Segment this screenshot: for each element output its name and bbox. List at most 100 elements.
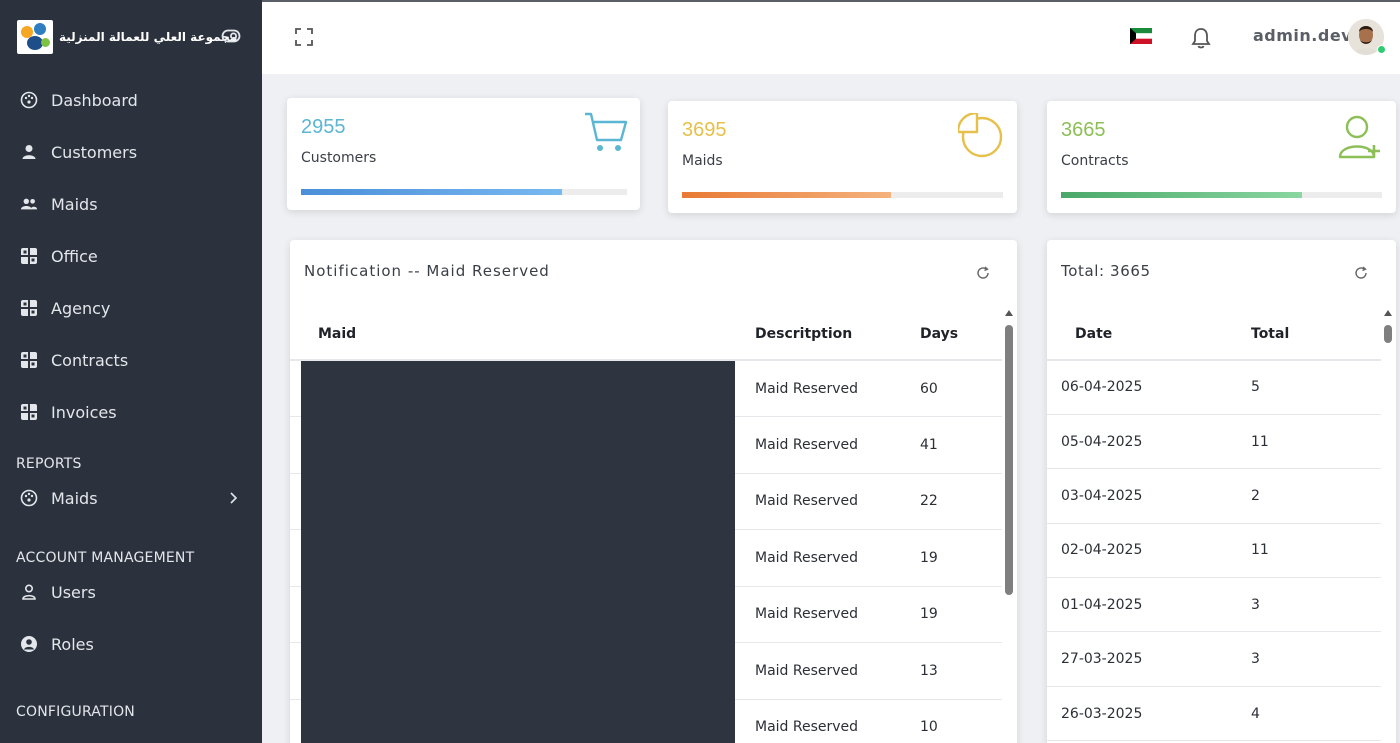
stat-value: 2955 [301,116,346,138]
total-cell: 2 [1251,487,1260,504]
table-row[interactable]: 02-04-2025 11 [1047,523,1381,578]
total-cell: 11 [1251,542,1269,559]
sidebar-item-label: Invoices [51,402,117,422]
description-cell: Maid Reserved [755,606,859,623]
table-row[interactable]: 05-04-2025 11 [1047,414,1381,469]
stat-label: Maids [682,153,723,169]
table-row[interactable]: 01-04-2025 3 [1047,578,1381,632]
sidebar-item-users[interactable]: Users [0,566,262,618]
total-cell: 3 [1251,651,1260,668]
brand[interactable]: مجموعة العلي للعمالة المنزلية [0,0,262,74]
sidebar-item-office[interactable]: Office [0,230,262,282]
description-cell: Maid Reserved [755,662,859,679]
sidebar-item-label: Maids [51,194,98,214]
dashboard-icon [20,489,38,507]
scroll-up-arrow[interactable] [1005,310,1013,316]
total-cell: 3 [1251,596,1260,613]
days-cell: 19 [920,606,938,623]
refresh-icon[interactable] [976,266,990,280]
scroll-thumb[interactable] [1005,325,1013,595]
sidebar-item-dashboard[interactable]: Dashboard [0,74,262,126]
panel-title: Total: 3665 [1061,262,1151,280]
user-circle-icon [20,635,38,653]
scroll-thumb[interactable] [1384,325,1392,343]
user-icon [20,143,38,161]
stat-label: Customers [301,150,377,166]
grid-icon [20,351,38,369]
days-cell: 10 [920,719,938,736]
total-cell: 11 [1251,433,1269,450]
table-row[interactable]: 03-04-2025 2 [1047,469,1381,524]
redacted-maid-column [301,361,735,743]
totals-table: Date Total 06-04-2025 5 05-04-2025 11 03-0… [1047,308,1381,741]
date-cell: 06-04-2025 [1061,379,1143,396]
stat-value: 3695 [682,119,727,141]
refresh-icon[interactable] [1354,266,1368,280]
sidebar-toggle-icon[interactable] [221,27,241,45]
grid-icon [20,247,38,265]
progress-bar [301,189,627,195]
chevron-right-icon [230,492,238,504]
sidebar-item-label: Roles [51,634,94,654]
stat-card-customers[interactable]: 2955 Customers [287,98,640,210]
pie-chart-icon [958,113,1003,158]
days-cell: 19 [920,549,938,566]
sidebar-item-label: Users [51,582,96,602]
add-user-icon [1338,115,1380,159]
days-cell: 60 [920,380,938,397]
table-row[interactable]: 26-03-2025 4 [1047,686,1381,741]
progress-bar [682,192,1003,198]
description-cell: Maid Reserved [755,380,859,397]
total-cell: 4 [1251,705,1260,722]
dashboard-icon [20,91,38,109]
progress-fill [682,192,891,198]
table-row[interactable]: 06-04-2025 5 [1047,360,1381,415]
scroll-up-arrow[interactable] [1384,310,1392,316]
brand-name: مجموعة العلي للعمالة المنزلية [59,30,238,44]
description-cell: Maid Reserved [755,719,859,736]
description-cell: Maid Reserved [755,493,859,510]
sidebar-item-maids[interactable]: Maids [0,178,262,230]
section-configuration: CONFIGURATION [16,704,135,720]
days-cell: 41 [920,436,938,453]
table-row[interactable]: 27-03-2025 3 [1047,632,1381,687]
users-icon [20,195,38,213]
fullscreen-icon[interactable] [294,27,314,47]
column-header-days[interactable]: Days [920,308,1002,360]
sidebar-item-label: Dashboard [51,90,138,110]
cart-icon [585,112,628,151]
totals-panel: Total: 3665 Date Total 06-04-2025 5 05-04… [1047,240,1396,743]
total-cell: 5 [1251,379,1260,396]
date-cell: 05-04-2025 [1061,433,1143,450]
sidebar-item-label: Agency [51,298,111,318]
column-header-total[interactable]: Total [1251,308,1381,360]
column-header-maid[interactable]: Maid [290,308,755,360]
sidebar-item-label: Contracts [51,350,129,370]
sidebar-item-reports-maids[interactable]: Maids [0,472,262,524]
sidebar-item-invoices[interactable]: Invoices [0,386,262,438]
online-status-dot [1377,45,1386,54]
date-cell: 03-04-2025 [1061,487,1143,504]
sidebar-item-customers[interactable]: Customers [0,126,262,178]
kuwait-flag-icon[interactable] [1130,28,1152,44]
date-cell: 02-04-2025 [1061,542,1143,559]
progress-fill [301,189,562,195]
sidebar-item-roles[interactable]: Roles [0,618,262,670]
bell-icon[interactable] [1190,26,1212,50]
panel-title: Notification -- Maid Reserved [304,262,550,280]
grid-icon [20,299,38,317]
column-header-description[interactable]: Descritption [755,308,920,360]
scrollbar[interactable] [1383,310,1393,743]
section-account-management: ACCOUNT MANAGEMENT [16,550,195,566]
stat-card-contracts[interactable]: 3665 Contracts [1047,101,1396,213]
username[interactable]: admin.dev [1253,26,1352,45]
sidebar-item-agency[interactable]: Agency [0,282,262,334]
top-header: admin.dev [262,0,1400,74]
column-header-date[interactable]: Date [1047,308,1251,360]
sidebar-item-contracts[interactable]: Contracts [0,334,262,386]
days-cell: 22 [920,493,938,510]
scrollbar[interactable] [1004,310,1014,743]
progress-bar [1061,192,1382,198]
grid-icon [20,403,38,421]
stat-card-maids[interactable]: 3695 Maids [668,101,1017,213]
